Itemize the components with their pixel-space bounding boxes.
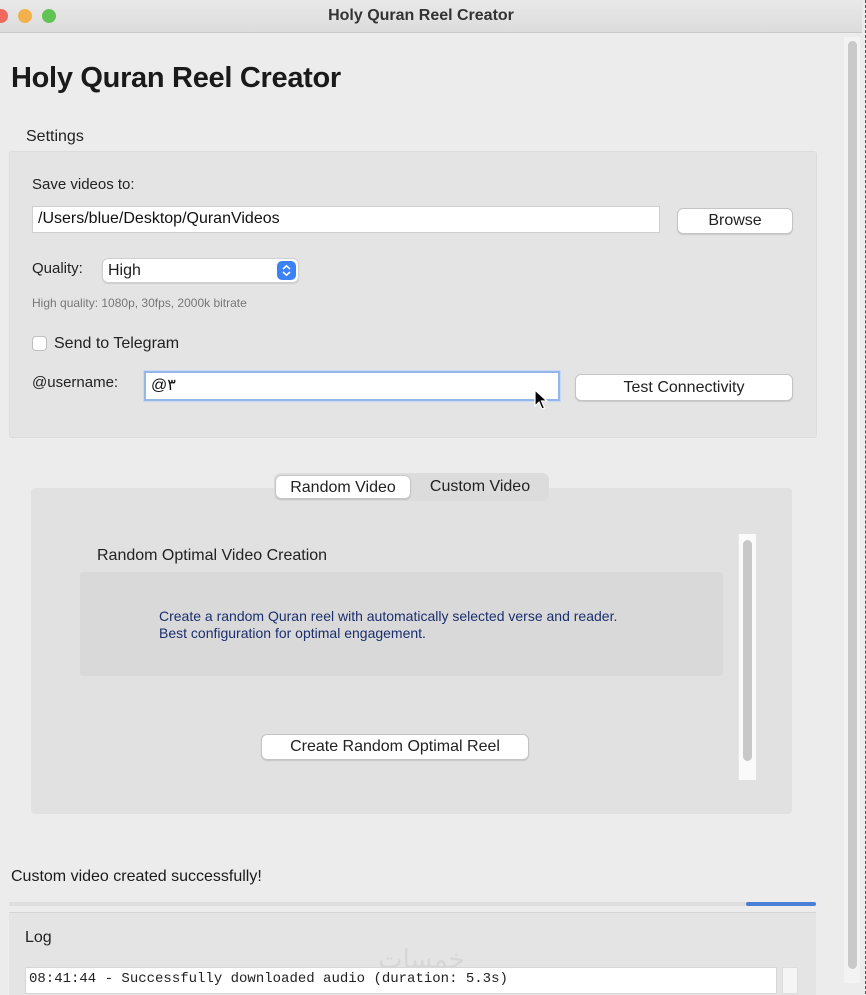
quality-hint: High quality: 1080p, 30fps, 2000k bitrat… xyxy=(32,296,247,310)
create-random-reel-button[interactable]: Create Random Optimal Reel xyxy=(261,734,529,760)
log-line: 08:41:44 - Successfully downloaded audio… xyxy=(29,971,508,987)
quality-label: Quality: xyxy=(32,260,83,277)
log-text-area[interactable]: 08:41:44 - Successfully downloaded audio… xyxy=(25,967,777,994)
progress-bar-fill xyxy=(746,902,816,906)
tab-custom-video[interactable]: Custom Video xyxy=(413,475,547,499)
log-scrollbar[interactable] xyxy=(782,967,798,994)
tab-random-video[interactable]: Random Video xyxy=(275,475,411,499)
browse-button[interactable]: Browse xyxy=(677,208,793,234)
description-line-1: Create a random Quran reel with automati… xyxy=(159,608,618,624)
telegram-label: Send to Telegram xyxy=(54,335,180,352)
tab-scrollbar[interactable] xyxy=(738,534,756,780)
save-path-input[interactable]: /Users/blue/Desktop/QuranVideos xyxy=(32,206,660,233)
username-input[interactable]: @٣ xyxy=(144,371,560,401)
tab-scrollbar-thumb[interactable] xyxy=(743,540,752,761)
window-scrollbar[interactable] xyxy=(844,37,860,983)
tab-bar: Random Video Custom Video xyxy=(274,473,549,501)
save-label: Save videos to: xyxy=(32,176,135,193)
window-title: Holy Quran Reel Creator xyxy=(328,7,514,24)
settings-label: Settings xyxy=(26,128,84,145)
description-line-2: Best configuration for optimal engagemen… xyxy=(159,625,426,641)
window-scrollbar-thumb[interactable] xyxy=(848,41,857,969)
mouse-pointer-icon xyxy=(534,388,549,416)
description-box: Create a random Quran reel with automati… xyxy=(80,572,723,676)
status-message: Custom video created successfully! xyxy=(11,868,262,885)
random-tab-heading: Random Optimal Video Creation xyxy=(97,547,328,564)
quality-selected-value: High xyxy=(108,262,141,279)
quality-select[interactable]: High xyxy=(102,258,299,283)
username-label: @username: xyxy=(32,374,119,391)
telegram-checkbox[interactable] xyxy=(32,336,47,351)
app-title: Holy Quran Reel Creator xyxy=(11,62,341,94)
chevron-up-down-icon xyxy=(277,261,296,280)
title-bar: Holy Quran Reel Creator xyxy=(0,0,862,33)
progress-bar xyxy=(9,902,816,906)
test-connectivity-button[interactable]: Test Connectivity xyxy=(575,374,793,401)
log-label: Log xyxy=(25,929,52,946)
window-edge xyxy=(861,0,866,994)
